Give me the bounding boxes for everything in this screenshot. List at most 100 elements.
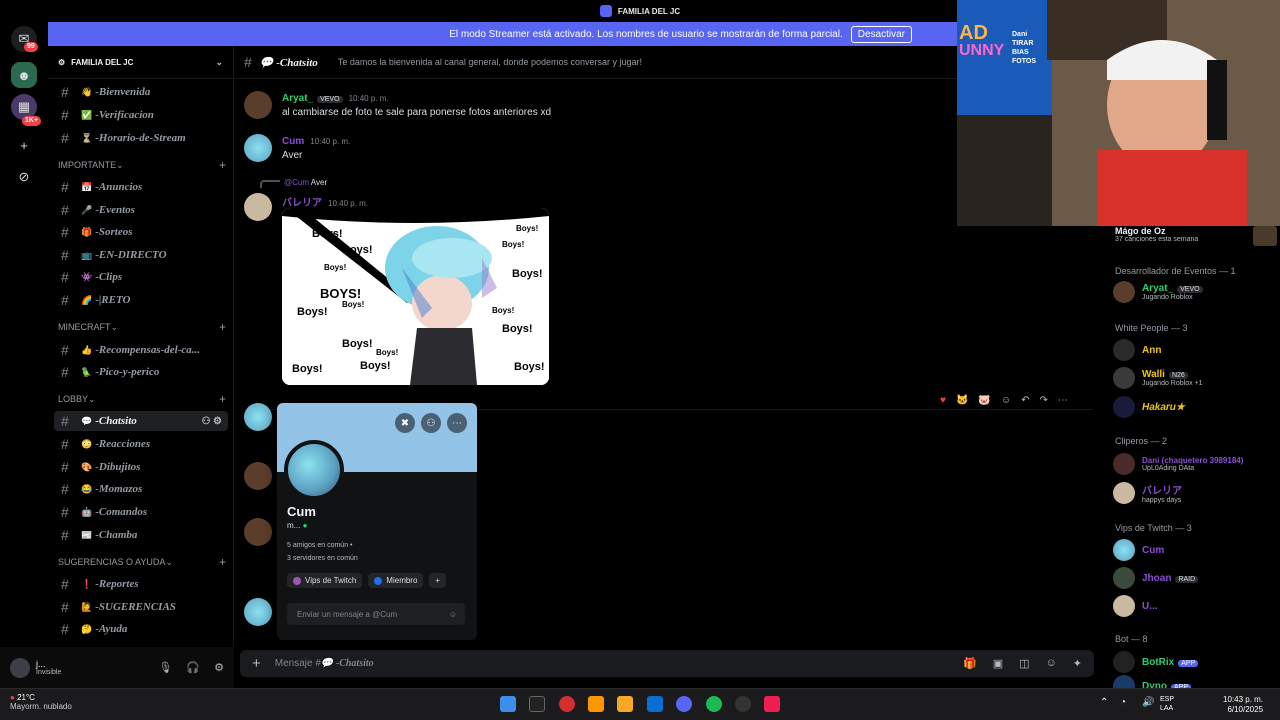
language-indicator[interactable]: ESP LAA: [1160, 695, 1174, 713]
more-options-icon[interactable]: ⋯: [447, 413, 467, 433]
reply-icon[interactable]: ↶: [1021, 395, 1029, 406]
discover-icon[interactable]: ⊘: [11, 164, 37, 190]
add-friend-icon[interactable]: ⚇: [421, 413, 441, 433]
heart-reaction-icon[interactable]: ♥: [940, 395, 946, 406]
channel-item[interactable]: # 👍 -Recompensas-del-ca...: [54, 340, 228, 360]
member-item[interactable]: Jhoan RAID: [1113, 566, 1199, 590]
avatar[interactable]: [244, 598, 272, 626]
apps-icon[interactable]: ✦: [1073, 657, 1082, 670]
channel-item[interactable]: # 🤔 -Ayuda: [54, 619, 228, 639]
member-item[interactable]: Ann: [1113, 338, 1161, 362]
channel-item[interactable]: # 💬 -Chatsito ⚇ ⚙: [54, 411, 228, 431]
chevron-up-icon[interactable]: ⌃: [1100, 697, 1108, 708]
emoji-icon[interactable]: ☺: [449, 610, 457, 619]
channel-item[interactable]: # 📅 -Anuncios: [54, 177, 228, 197]
volume-icon[interactable]: 🔊: [1142, 697, 1154, 708]
channel-item[interactable]: # 😳 -Reacciones: [54, 434, 228, 454]
channel-item[interactable]: # ⏳ -Horario-de-Stream: [54, 128, 228, 148]
avatar[interactable]: [244, 518, 272, 546]
obs-icon[interactable]: [735, 696, 751, 712]
member-item[interactable]: Cum: [1113, 538, 1164, 562]
server-header[interactable]: ⚙ FAMILIA DEL JC ⌄: [48, 46, 233, 79]
profile-message-input[interactable]: Enviar un mensaje a @Cum ☺: [287, 603, 465, 625]
avatar[interactable]: [244, 462, 272, 490]
message-author[interactable]: Aryat_ VEVO 10:40 p. m.: [282, 93, 389, 104]
image-attachment[interactable]: Boys! Boys! Boys! BOYS! Boys! Boys! Boys…: [282, 208, 549, 385]
channel-item[interactable]: # ✅ -Verificacion: [54, 105, 228, 125]
avatar[interactable]: [244, 91, 272, 119]
message-author[interactable]: バレリア 10:40 p. m.: [282, 194, 368, 209]
settings-gear-icon[interactable]: ⚙: [214, 661, 224, 674]
create-channel-icon[interactable]: +: [219, 158, 226, 172]
avatar[interactable]: [244, 403, 272, 431]
create-channel-icon[interactable]: +: [219, 555, 226, 569]
channel-item[interactable]: # 📺 -EN-DIRECTO: [54, 245, 228, 265]
microphone-icon[interactable]: 🎙: [158, 661, 172, 674]
channel-item[interactable]: # 🦜 -Pico-y-perico: [54, 362, 228, 382]
add-role-button[interactable]: +: [429, 573, 447, 588]
add-reaction-icon[interactable]: ☺: [1001, 395, 1011, 406]
role-pill[interactable]: Miembro: [368, 573, 424, 588]
forward-icon[interactable]: ↷: [1039, 395, 1047, 406]
channel-item[interactable]: # 🎨 -Dibujitos: [54, 457, 228, 477]
now-playing-card[interactable]: Mágo de Oz 37 canciones esta semana: [1115, 226, 1277, 250]
channel-item[interactable]: # 📰 -Chamba: [54, 525, 228, 545]
profile-avatar[interactable]: [284, 440, 344, 500]
channel-item[interactable]: # 🤖 -Comandos: [54, 502, 228, 522]
store-icon[interactable]: [647, 696, 663, 712]
spotify-icon[interactable]: [706, 696, 722, 712]
channel-category-sugerencias[interactable]: SUGERENCIAS O AYUDA ⌄ +: [58, 555, 226, 569]
headphones-icon[interactable]: 🎧: [186, 661, 200, 674]
block-icon[interactable]: ✖: [395, 413, 415, 433]
emoji-icon[interactable]: ☺: [1046, 657, 1057, 670]
reply-preview[interactable]: @Cum Aver: [284, 178, 327, 187]
attach-plus-icon[interactable]: +: [252, 655, 261, 672]
channel-category-importante[interactable]: IMPORTANTE ⌄ +: [58, 158, 226, 172]
member-item[interactable]: バレリア happys days: [1113, 481, 1182, 505]
more-options-icon[interactable]: ⋯: [1058, 395, 1068, 406]
role-pill[interactable]: Vips de Twitch: [287, 573, 363, 588]
channel-item[interactable]: # 👋 -Bienvenida: [54, 82, 228, 102]
gif-icon[interactable]: ▣: [993, 657, 1003, 670]
avatar[interactable]: [244, 193, 272, 221]
member-item[interactable]: Walli N26 Jugando Roblox +1: [1113, 366, 1203, 390]
disable-streamer-button[interactable]: Desactivar: [850, 25, 912, 43]
channel-item[interactable]: # 👾 -Clips: [54, 267, 228, 287]
member-item[interactable]: Dani (chaquetero 3989184) UpL0Ading DAta: [1113, 452, 1243, 476]
channel-category-lobby[interactable]: LOBBY ⌄ +: [58, 392, 226, 406]
member-item[interactable]: U...: [1113, 594, 1158, 618]
reaction-icon[interactable]: 🐷: [978, 395, 990, 406]
create-channel-icon[interactable]: +: [219, 392, 226, 406]
mutual-friends[interactable]: 5 amigos en común •: [287, 542, 353, 549]
avatar[interactable]: [244, 134, 272, 162]
search-app-icon[interactable]: [529, 696, 545, 712]
message-author[interactable]: Cum 10:40 p. m.: [282, 136, 350, 147]
channel-item[interactable]: # 🎤 -Eventos: [54, 200, 228, 220]
channel-item[interactable]: # 🙋 -SUGERENCIAS: [54, 597, 228, 617]
channel-item[interactable]: # ❗ -Reportes: [54, 574, 228, 594]
member-item[interactable]: BotRix APP: [1113, 650, 1199, 674]
gift-icon[interactable]: 🎁: [963, 657, 977, 670]
reaction-icon[interactable]: 🐱: [956, 395, 968, 406]
tiktok-icon[interactable]: [764, 696, 780, 712]
channel-item[interactable]: # 😂 -Momazos: [54, 479, 228, 499]
clock[interactable]: 10:43 p. m. 6/10/2025: [1223, 695, 1263, 715]
avatar[interactable]: [10, 657, 30, 678]
member-item[interactable]: Aryat_ VEVO Jugando Roblox: [1113, 280, 1203, 304]
channel-settings-icon[interactable]: ⚇ ⚙: [202, 416, 222, 427]
server-familia-icon[interactable]: ☻: [11, 62, 37, 88]
message-composer[interactable]: + Mensaje #💬 -Chatsito 🎁 ▣ ◫ ☺ ✦: [240, 650, 1094, 677]
copilot-icon[interactable]: [588, 696, 604, 712]
network-icon[interactable]: ◔: [1120, 697, 1126, 708]
create-channel-icon[interactable]: +: [219, 320, 226, 334]
member-item[interactable]: Hakaru★: [1113, 395, 1185, 419]
add-server-icon[interactable]: +: [11, 132, 37, 158]
opera-icon[interactable]: [559, 696, 575, 712]
discord-taskbar-icon[interactable]: [676, 696, 692, 712]
channel-item[interactable]: # 🌈 -|RETO: [54, 290, 228, 310]
mutual-servers[interactable]: 3 servidores en común: [287, 555, 358, 562]
channel-item[interactable]: # 🎁 -Sorteos: [54, 222, 228, 242]
file-explorer-icon[interactable]: [617, 696, 633, 712]
channel-category-minecraft[interactable]: MINECRAFT ⌄ +: [58, 320, 226, 334]
sticker-icon[interactable]: ◫: [1019, 657, 1029, 670]
